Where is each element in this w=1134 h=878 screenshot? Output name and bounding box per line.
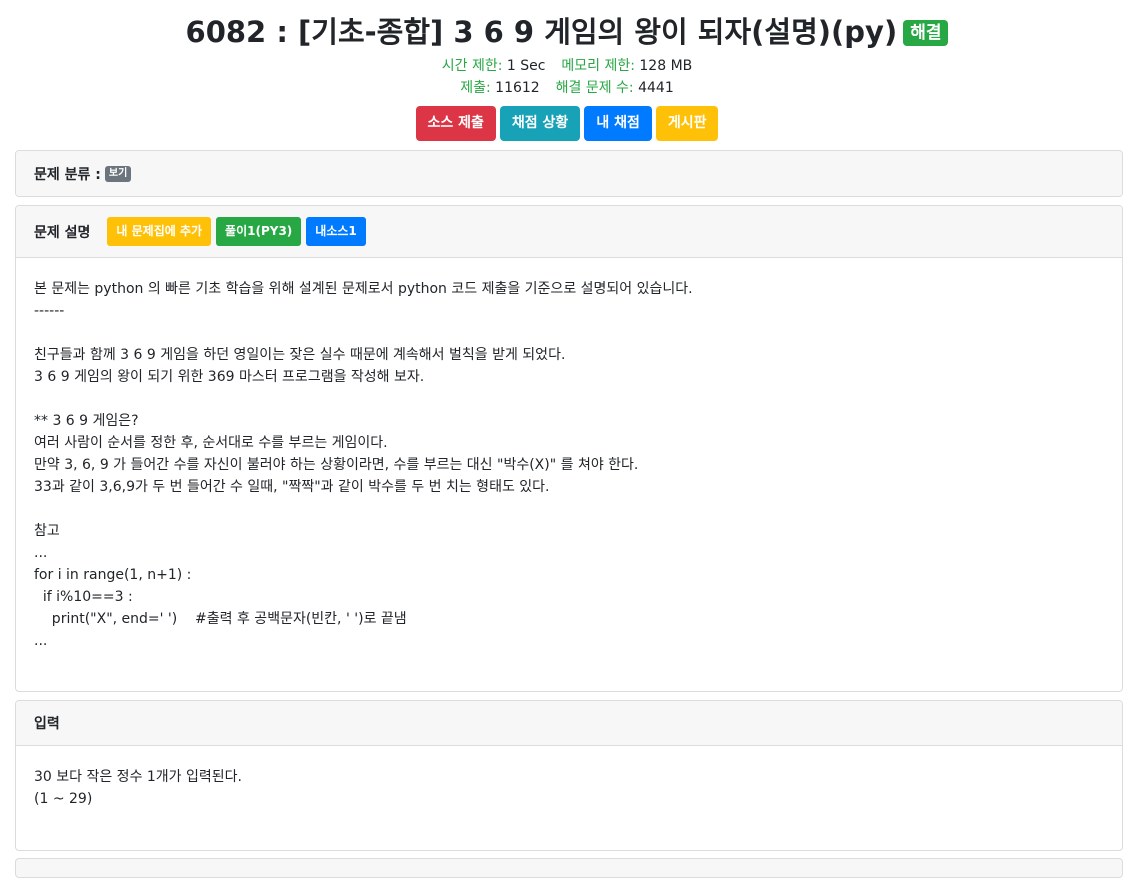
input-header: 입력 <box>16 701 1122 746</box>
category-card: 문제 분류 : 보기 <box>15 150 1123 197</box>
action-buttons: 소스 제출 채점 상황 내 채점 게시판 <box>0 106 1134 142</box>
my-status-button[interactable]: 내 채점 <box>584 106 652 141</box>
description-line: 본 문제는 python 의 빠른 기초 학습을 위해 설계된 문제로서 pyt… <box>34 281 693 297</box>
input-body: 30 보다 작은 정수 1개가 입력된다. (1 ~ 29) <box>16 746 1122 828</box>
description-line: ------ <box>34 303 65 319</box>
description-body: 본 문제는 python 의 빠른 기초 학습을 위해 설계된 문제로서 pyt… <box>16 258 1122 670</box>
description-line: ** 3 6 9 게임은? <box>34 413 139 429</box>
submissions-value: 11612 <box>495 80 540 96</box>
input-line: (1 ~ 29) <box>34 791 93 807</box>
next-section-card <box>15 858 1123 878</box>
description-line: ... <box>34 545 48 561</box>
description-title: 문제 설명 <box>34 224 91 241</box>
description-line: for i in range(1, n+1) : <box>34 567 192 583</box>
description-header: 문제 설명 내 문제집에 추가 풀이1(PY3) 내소스1 <box>16 206 1122 258</box>
description-line: 만약 3, 6, 9 가 들어간 수를 자신이 불러야 하는 상황이라면, 수를… <box>34 457 639 473</box>
input-card: 입력 30 보다 작은 정수 1개가 입력된다. (1 ~ 29) <box>15 700 1123 851</box>
submissions-label: 제출: <box>460 80 491 96</box>
solved-count-value: 4441 <box>638 80 674 96</box>
problem-title: 6082 : [기초-종합] 3 6 9 게임의 왕이 되자(설명)(py) <box>185 15 898 49</box>
description-line: ... <box>34 633 48 649</box>
submit-source-button[interactable]: 소스 제출 <box>415 106 496 141</box>
description-line: 33과 같이 3,6,9가 두 번 들어간 수 일때, "짝짝"과 같이 박수를… <box>34 479 550 495</box>
board-button[interactable]: 게시판 <box>655 106 719 141</box>
description-line: if i%10==3 : <box>34 589 133 605</box>
description-card: 문제 설명 내 문제집에 추가 풀이1(PY3) 내소스1 본 문제는 pyth… <box>15 205 1123 692</box>
input-line: 30 보다 작은 정수 1개가 입력된다. <box>34 769 242 785</box>
time-limit-value: 1 Sec <box>506 58 546 74</box>
stats-row: 제출: 11612 해결 문제 수: 4441 <box>0 77 1134 99</box>
description-line: 3 6 9 게임의 왕이 되기 위한 369 마스터 프로그램을 작성해 보자. <box>34 369 425 385</box>
add-to-my-problems-button[interactable]: 내 문제집에 추가 <box>107 217 212 246</box>
category-label: 문제 분류 : <box>34 166 101 183</box>
memory-limit-label: 메모리 제한: <box>561 58 635 74</box>
category-header: 문제 분류 : 보기 <box>16 151 1122 196</box>
input-title: 입력 <box>34 716 60 732</box>
my-source-button[interactable]: 내소스1 <box>306 217 366 246</box>
solved-badge: 해결 <box>903 20 949 46</box>
description-line: 참고 <box>34 523 60 539</box>
description-line: 여러 사람이 순서를 정한 후, 순서대로 수를 부르는 게임이다. <box>34 435 388 451</box>
description-line: 친구들과 함께 3 6 9 게임을 하던 영일이는 잦은 실수 때문에 계속해서… <box>34 347 566 363</box>
solved-count-label: 해결 문제 수: <box>555 80 634 96</box>
solution-button[interactable]: 풀이1(PY3) <box>216 217 302 246</box>
judge-status-button[interactable]: 채점 상황 <box>499 106 581 141</box>
limits-row: 시간 제한: 1 Sec 메모리 제한: 128 MB <box>0 55 1134 77</box>
page-title: 6082 : [기초-종합] 3 6 9 게임의 왕이 되자(설명)(py) 해결 <box>0 0 1134 52</box>
description-line: print("X", end=' ') #출력 후 공백문자(빈칸, ' ')로… <box>34 611 407 627</box>
description-line <box>34 322 1104 344</box>
view-category-badge[interactable]: 보기 <box>104 165 132 182</box>
description-line <box>34 388 1104 410</box>
description-line <box>34 498 1104 520</box>
memory-limit-value: 128 MB <box>639 58 693 74</box>
time-limit-label: 시간 제한: <box>441 58 503 74</box>
